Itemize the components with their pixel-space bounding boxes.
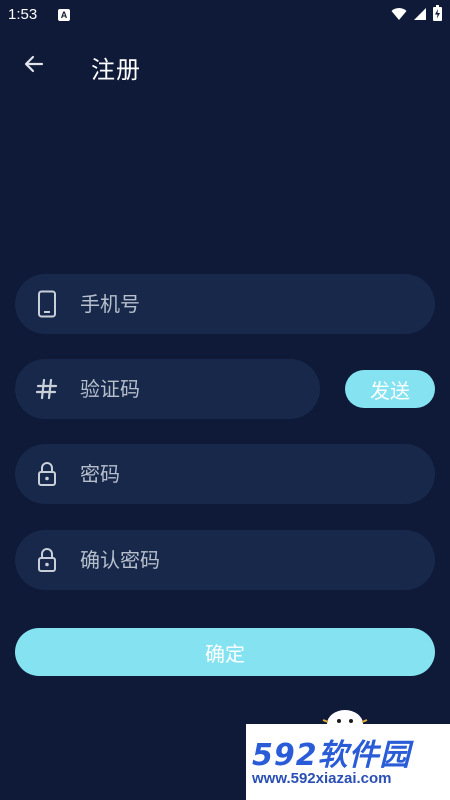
password-field[interactable]: [15, 444, 435, 504]
status-bar: 1:53 A: [0, 0, 450, 32]
confirm-password-input[interactable]: [80, 530, 420, 590]
back-button[interactable]: [14, 48, 54, 84]
wifi-icon: [391, 6, 407, 25]
lock-icon: [33, 546, 61, 574]
status-indicators: [391, 5, 442, 25]
phone-icon: [33, 290, 61, 318]
hash-icon: [33, 375, 61, 403]
code-input[interactable]: [80, 359, 305, 419]
code-field[interactable]: [15, 359, 320, 419]
password-input[interactable]: [80, 444, 420, 504]
watermark-url: www.592xiazai.com: [252, 770, 392, 787]
watermark-box: 592软件园 www.592xiazai.com: [246, 724, 450, 800]
notification-a-icon: A: [58, 9, 70, 21]
send-code-button[interactable]: 发送: [345, 370, 435, 408]
confirm-password-field[interactable]: [15, 530, 435, 590]
arrow-left-icon: [22, 52, 46, 80]
watermark-brand: 592软件园: [252, 738, 411, 773]
page-title: 注册: [91, 56, 141, 84]
app-bar: 注册: [0, 40, 450, 92]
watermark: 592软件园 www.592xiazai.com: [246, 700, 450, 800]
phone-input[interactable]: [80, 274, 420, 334]
phone-field[interactable]: [15, 274, 435, 334]
confirm-button[interactable]: 确定: [15, 628, 435, 676]
status-time: 1:53: [8, 6, 38, 23]
signal-icon: [413, 6, 427, 25]
lock-icon: [33, 460, 61, 488]
battery-charging-icon: [433, 5, 442, 25]
